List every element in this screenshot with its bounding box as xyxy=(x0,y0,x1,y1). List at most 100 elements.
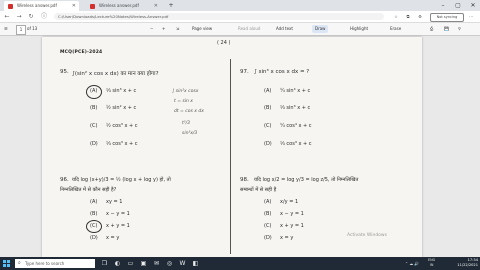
contents-icon[interactable]: ☰ xyxy=(4,25,8,33)
option-key: (B) xyxy=(90,105,98,111)
url-field[interactable]: C:/User/Downloads/Lecture%20Notes/Wirele… xyxy=(54,13,384,20)
store-icon[interactable]: ▣ xyxy=(139,259,148,268)
close-tab-icon[interactable]: ✕ xyxy=(72,1,76,11)
question-text: यदि log x/2 = log y/3 = log z/5, तो निम्… xyxy=(254,177,359,183)
draw-button[interactable]: Draw xyxy=(312,25,329,33)
handwritten-note: t³/3 xyxy=(182,121,190,126)
question-text-line2: सम्बन्धों में से सही है xyxy=(240,187,277,193)
windows-start-icon[interactable] xyxy=(3,260,10,267)
option-key: (A) xyxy=(264,199,272,205)
question-text: ∫ sin³ x cos x dx = ? xyxy=(254,69,310,75)
back-icon[interactable]: ← xyxy=(3,12,11,21)
mail-icon[interactable]: ✉ xyxy=(152,259,161,268)
profile-sync-button[interactable]: Not syncing xyxy=(430,13,464,22)
option-key: (D) xyxy=(90,141,98,147)
option-key: (D) xyxy=(90,235,98,241)
close-window-button[interactable]: ✕ xyxy=(466,0,480,11)
option-text: x + y = 1 xyxy=(106,223,130,229)
tab-label: Wireless answer.pdf xyxy=(99,3,139,8)
option-key: (B) xyxy=(264,105,272,111)
handwritten-note: t = sin x xyxy=(174,99,193,104)
option-key: (D) xyxy=(264,235,272,241)
option-key: (C) xyxy=(264,223,272,229)
address-bar-row: ← → ↻ ⓘ C:/User/Downloads/Lecture%20Note… xyxy=(0,11,480,23)
option-text: x + y = 1 xyxy=(280,223,304,229)
zoom-in-icon[interactable]: + xyxy=(162,25,165,33)
favorite-icon[interactable]: ☆ xyxy=(392,12,400,21)
option-text: ⅓ sin³ x + c xyxy=(280,105,311,111)
tab-label: Wireless answer.pdf xyxy=(17,3,57,8)
question-number: 95. xyxy=(60,69,69,75)
tray-region: IN xyxy=(429,263,434,267)
refresh-icon[interactable]: ↻ xyxy=(27,12,35,21)
question-text: यदि log (x+y)/3 = ½ (log x + log y) हो, … xyxy=(72,177,171,183)
erase-button[interactable]: Erase xyxy=(390,25,401,33)
page-total: of 13 xyxy=(27,26,38,31)
new-tab-button[interactable]: + xyxy=(164,0,178,11)
option-key: (D) xyxy=(264,141,272,147)
tray-icons[interactable]: ⌃ ☁ 🔊 xyxy=(405,259,419,268)
option-key: (C) xyxy=(90,223,98,229)
file-icon: ⓘ xyxy=(40,13,47,20)
handwritten-note: ∫ sin²x cosx xyxy=(172,89,199,94)
highlight-button[interactable]: Highlight xyxy=(350,25,368,33)
forward-icon[interactable]: → xyxy=(15,12,23,21)
fit-page-icon[interactable]: ⇲ xyxy=(176,25,179,33)
pdf-app-icon[interactable]: ◧ xyxy=(191,259,200,268)
pdf-toolbar: ☰ 1 of 13 − + ⇲ Page view Read aloud Add… xyxy=(0,23,480,36)
chrome-icon[interactable]: ◎ xyxy=(165,259,174,268)
option-text: ⅓ sin³ x + c xyxy=(106,88,137,94)
system-clock[interactable]: 17:34 11/22/2021 xyxy=(440,258,478,269)
save-icon[interactable]: 💾 xyxy=(444,25,449,33)
option-key: (A) xyxy=(264,88,272,94)
handwritten-note: sin³x/3 xyxy=(182,131,198,136)
file-explorer-icon[interactable]: ▭ xyxy=(126,259,135,268)
browser-tab-bar: Wireless answer.pdf ✕ Wireless answer.pd… xyxy=(0,0,480,11)
column-divider xyxy=(230,59,231,254)
option-key: (B) xyxy=(90,211,98,217)
page-number-label: ( 24 ) xyxy=(217,40,231,46)
close-tab-icon[interactable]: ✕ xyxy=(154,1,158,11)
extensions-icon[interactable]: ⚙ xyxy=(416,12,424,21)
task-view-icon[interactable]: ❒ xyxy=(100,259,109,268)
edge-icon[interactable]: ◐ xyxy=(113,259,122,268)
taskbar: ⌕ Type here to search ❒ ◐ ▭ ▣ ✉ ◎ W ◧ ⌃ … xyxy=(0,257,480,270)
option-text: x = y xyxy=(106,235,120,241)
page-view-button[interactable]: Page view xyxy=(192,25,212,33)
question-number: 96. xyxy=(60,177,69,183)
taskbar-search-input[interactable]: ⌕ Type here to search xyxy=(15,259,95,268)
search-icon: ⌕ xyxy=(18,260,21,266)
page-number-input[interactable]: 1 xyxy=(16,25,26,35)
zoom-out-icon[interactable]: − xyxy=(150,25,153,33)
minimize-button[interactable]: – xyxy=(436,0,450,11)
option-text: ½ sin² x + c xyxy=(106,105,137,111)
option-key: (A) xyxy=(90,88,98,94)
tab-second[interactable]: Wireless answer.pdf ✕ xyxy=(86,1,161,11)
page-header: MCQ(PCE)-2024 xyxy=(60,50,103,55)
print-icon[interactable]: ⎙ xyxy=(430,25,433,33)
pdf-icon xyxy=(90,4,95,9)
maximize-button[interactable]: ▢ xyxy=(451,0,465,11)
tab-active[interactable]: Wireless answer.pdf ✕ xyxy=(4,1,79,11)
question-number: 98. xyxy=(240,177,249,183)
question-text-line2: निम्नलिखित में से कौन सही है? xyxy=(60,187,117,193)
question-text: ∫(sin² x cos x dx) का मान क्या होगा? xyxy=(72,71,159,77)
add-text-button[interactable]: Add text xyxy=(276,25,293,33)
question-number: 97. xyxy=(240,69,249,75)
option-text: x − y = 1 xyxy=(106,211,130,217)
collections-icon[interactable]: ⧉ xyxy=(404,12,412,21)
handwritten-note: dt = cos x dx xyxy=(174,109,204,114)
option-text: ⅓ cos³ x + c xyxy=(280,141,312,147)
activate-windows-watermark: Activate Windows xyxy=(347,233,387,238)
word-icon[interactable]: W xyxy=(178,259,187,268)
pin-icon[interactable]: ⚲ xyxy=(458,25,461,33)
option-text: ¼ sin⁴ x + c xyxy=(280,88,311,94)
read-aloud-button[interactable]: Read aloud xyxy=(238,25,260,33)
option-text: ½ cos³ x + c xyxy=(106,123,138,129)
language-indicator[interactable]: ENG IN xyxy=(428,258,435,268)
more-menu-icon[interactable]: ⋯ xyxy=(466,12,476,21)
clock-date: 11/22/2021 xyxy=(457,263,478,268)
search-placeholder: Type here to search xyxy=(25,261,65,266)
option-text: x = y xyxy=(280,235,294,241)
option-text: ⅓ cos³ x + c xyxy=(106,141,138,147)
